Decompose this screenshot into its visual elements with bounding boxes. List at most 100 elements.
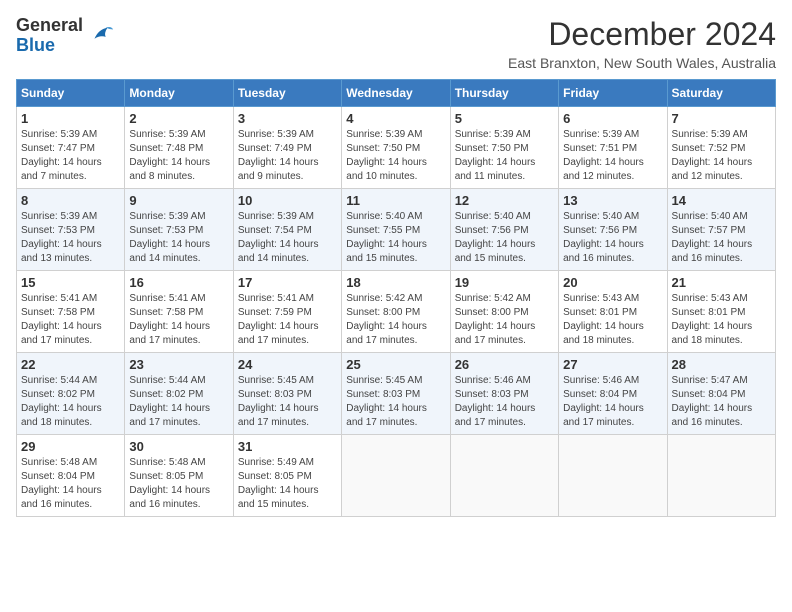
day-number: 31 xyxy=(238,439,337,454)
sunrise-label: Sunrise: 5:41 AM xyxy=(129,293,205,304)
logo: General Blue xyxy=(16,16,115,56)
calendar-cell xyxy=(342,435,450,517)
day-number: 11 xyxy=(346,193,445,208)
day-number: 4 xyxy=(346,111,445,126)
calendar-cell: 13 Sunrise: 5:40 AM Sunset: 7:56 PM Dayl… xyxy=(559,189,667,271)
sunrise-label: Sunrise: 5:45 AM xyxy=(238,375,314,386)
header-sunday: Sunday xyxy=(17,80,125,107)
day-info: Sunrise: 5:41 AM Sunset: 7:59 PM Dayligh… xyxy=(238,292,337,348)
daylight-label: Daylight: 14 hours xyxy=(455,321,536,332)
calendar-cell: 2 Sunrise: 5:39 AM Sunset: 7:48 PM Dayli… xyxy=(125,107,233,189)
calendar-cell: 18 Sunrise: 5:42 AM Sunset: 8:00 PM Dayl… xyxy=(342,271,450,353)
calendar-cell: 24 Sunrise: 5:45 AM Sunset: 8:03 PM Dayl… xyxy=(233,353,341,435)
daylight-label: Daylight: 14 hours xyxy=(21,157,102,168)
sunrise-label: Sunrise: 5:39 AM xyxy=(672,129,748,140)
daylight-label: Daylight: 14 hours xyxy=(129,321,210,332)
daylight-label: Daylight: 14 hours xyxy=(455,157,536,168)
daylight-label: Daylight: 14 hours xyxy=(672,157,753,168)
calendar-cell: 11 Sunrise: 5:40 AM Sunset: 7:55 PM Dayl… xyxy=(342,189,450,271)
sunset-label: Sunset: 7:53 PM xyxy=(21,225,95,236)
sunset-label: Sunset: 8:00 PM xyxy=(455,307,529,318)
month-year-title: December 2024 xyxy=(508,16,776,53)
daylight-label: Daylight: 14 hours xyxy=(21,403,102,414)
day-number: 16 xyxy=(129,275,228,290)
sunrise-label: Sunrise: 5:40 AM xyxy=(563,211,639,222)
daylight-minutes: and 15 minutes. xyxy=(346,253,417,264)
sunrise-label: Sunrise: 5:41 AM xyxy=(238,293,314,304)
calendar-week-5: 29 Sunrise: 5:48 AM Sunset: 8:04 PM Dayl… xyxy=(17,435,776,517)
daylight-minutes: and 17 minutes. xyxy=(346,417,417,428)
calendar-week-3: 15 Sunrise: 5:41 AM Sunset: 7:58 PM Dayl… xyxy=(17,271,776,353)
title-section: December 2024 East Branxton, New South W… xyxy=(508,16,776,71)
sunset-label: Sunset: 8:02 PM xyxy=(21,389,95,400)
daylight-label: Daylight: 14 hours xyxy=(346,403,427,414)
sunrise-label: Sunrise: 5:39 AM xyxy=(129,211,205,222)
sunrise-label: Sunrise: 5:48 AM xyxy=(129,457,205,468)
daylight-minutes: and 11 minutes. xyxy=(455,171,525,182)
calendar-week-1: 1 Sunrise: 5:39 AM Sunset: 7:47 PM Dayli… xyxy=(17,107,776,189)
day-info: Sunrise: 5:43 AM Sunset: 8:01 PM Dayligh… xyxy=(672,292,771,348)
sunset-label: Sunset: 8:04 PM xyxy=(563,389,637,400)
day-number: 28 xyxy=(672,357,771,372)
calendar-cell: 29 Sunrise: 5:48 AM Sunset: 8:04 PM Dayl… xyxy=(17,435,125,517)
sunset-label: Sunset: 8:01 PM xyxy=(672,307,746,318)
daylight-label: Daylight: 14 hours xyxy=(238,485,319,496)
day-info: Sunrise: 5:39 AM Sunset: 7:49 PM Dayligh… xyxy=(238,128,337,184)
daylight-label: Daylight: 14 hours xyxy=(563,321,644,332)
day-info: Sunrise: 5:46 AM Sunset: 8:04 PM Dayligh… xyxy=(563,374,662,430)
sunset-label: Sunset: 8:03 PM xyxy=(238,389,312,400)
calendar-cell: 9 Sunrise: 5:39 AM Sunset: 7:53 PM Dayli… xyxy=(125,189,233,271)
day-info: Sunrise: 5:40 AM Sunset: 7:55 PM Dayligh… xyxy=(346,210,445,266)
sunset-label: Sunset: 7:51 PM xyxy=(563,143,637,154)
daylight-label: Daylight: 14 hours xyxy=(672,321,753,332)
daylight-minutes: and 12 minutes. xyxy=(672,171,743,182)
sunset-label: Sunset: 8:03 PM xyxy=(455,389,529,400)
day-number: 1 xyxy=(21,111,120,126)
daylight-minutes: and 14 minutes. xyxy=(129,253,200,264)
sunrise-label: Sunrise: 5:41 AM xyxy=(21,293,97,304)
day-info: Sunrise: 5:39 AM Sunset: 7:50 PM Dayligh… xyxy=(455,128,554,184)
logo-text: General Blue xyxy=(16,16,83,56)
sunset-label: Sunset: 7:50 PM xyxy=(346,143,420,154)
sunrise-label: Sunrise: 5:39 AM xyxy=(238,211,314,222)
sunset-label: Sunset: 7:57 PM xyxy=(672,225,746,236)
header-monday: Monday xyxy=(125,80,233,107)
sunset-label: Sunset: 8:03 PM xyxy=(346,389,420,400)
header-friday: Friday xyxy=(559,80,667,107)
location-subtitle: East Branxton, New South Wales, Australi… xyxy=(508,55,776,71)
daylight-label: Daylight: 14 hours xyxy=(672,239,753,250)
day-info: Sunrise: 5:45 AM Sunset: 8:03 PM Dayligh… xyxy=(238,374,337,430)
day-info: Sunrise: 5:47 AM Sunset: 8:04 PM Dayligh… xyxy=(672,374,771,430)
day-info: Sunrise: 5:42 AM Sunset: 8:00 PM Dayligh… xyxy=(455,292,554,348)
sunset-label: Sunset: 8:04 PM xyxy=(672,389,746,400)
sunrise-label: Sunrise: 5:39 AM xyxy=(346,129,422,140)
calendar-header-row: Sunday Monday Tuesday Wednesday Thursday… xyxy=(17,80,776,107)
day-info: Sunrise: 5:44 AM Sunset: 8:02 PM Dayligh… xyxy=(129,374,228,430)
logo-blue: Blue xyxy=(16,36,83,56)
daylight-minutes: and 17 minutes. xyxy=(346,335,417,346)
day-info: Sunrise: 5:40 AM Sunset: 7:57 PM Dayligh… xyxy=(672,210,771,266)
sunset-label: Sunset: 8:02 PM xyxy=(129,389,203,400)
header-thursday: Thursday xyxy=(450,80,558,107)
logo-general: General xyxy=(16,16,83,36)
day-info: Sunrise: 5:41 AM Sunset: 7:58 PM Dayligh… xyxy=(21,292,120,348)
sunrise-label: Sunrise: 5:39 AM xyxy=(21,211,97,222)
daylight-label: Daylight: 14 hours xyxy=(238,321,319,332)
day-number: 20 xyxy=(563,275,662,290)
sunset-label: Sunset: 8:01 PM xyxy=(563,307,637,318)
sunrise-label: Sunrise: 5:40 AM xyxy=(346,211,422,222)
sunrise-label: Sunrise: 5:40 AM xyxy=(672,211,748,222)
daylight-label: Daylight: 14 hours xyxy=(21,321,102,332)
day-number: 18 xyxy=(346,275,445,290)
daylight-label: Daylight: 14 hours xyxy=(346,321,427,332)
calendar-cell: 15 Sunrise: 5:41 AM Sunset: 7:58 PM Dayl… xyxy=(17,271,125,353)
header-saturday: Saturday xyxy=(667,80,775,107)
calendar-cell: 19 Sunrise: 5:42 AM Sunset: 8:00 PM Dayl… xyxy=(450,271,558,353)
calendar-cell: 17 Sunrise: 5:41 AM Sunset: 7:59 PM Dayl… xyxy=(233,271,341,353)
day-info: Sunrise: 5:40 AM Sunset: 7:56 PM Dayligh… xyxy=(563,210,662,266)
calendar-cell: 7 Sunrise: 5:39 AM Sunset: 7:52 PM Dayli… xyxy=(667,107,775,189)
day-info: Sunrise: 5:39 AM Sunset: 7:51 PM Dayligh… xyxy=(563,128,662,184)
daylight-label: Daylight: 14 hours xyxy=(346,239,427,250)
sunrise-label: Sunrise: 5:46 AM xyxy=(455,375,531,386)
day-info: Sunrise: 5:48 AM Sunset: 8:05 PM Dayligh… xyxy=(129,456,228,512)
